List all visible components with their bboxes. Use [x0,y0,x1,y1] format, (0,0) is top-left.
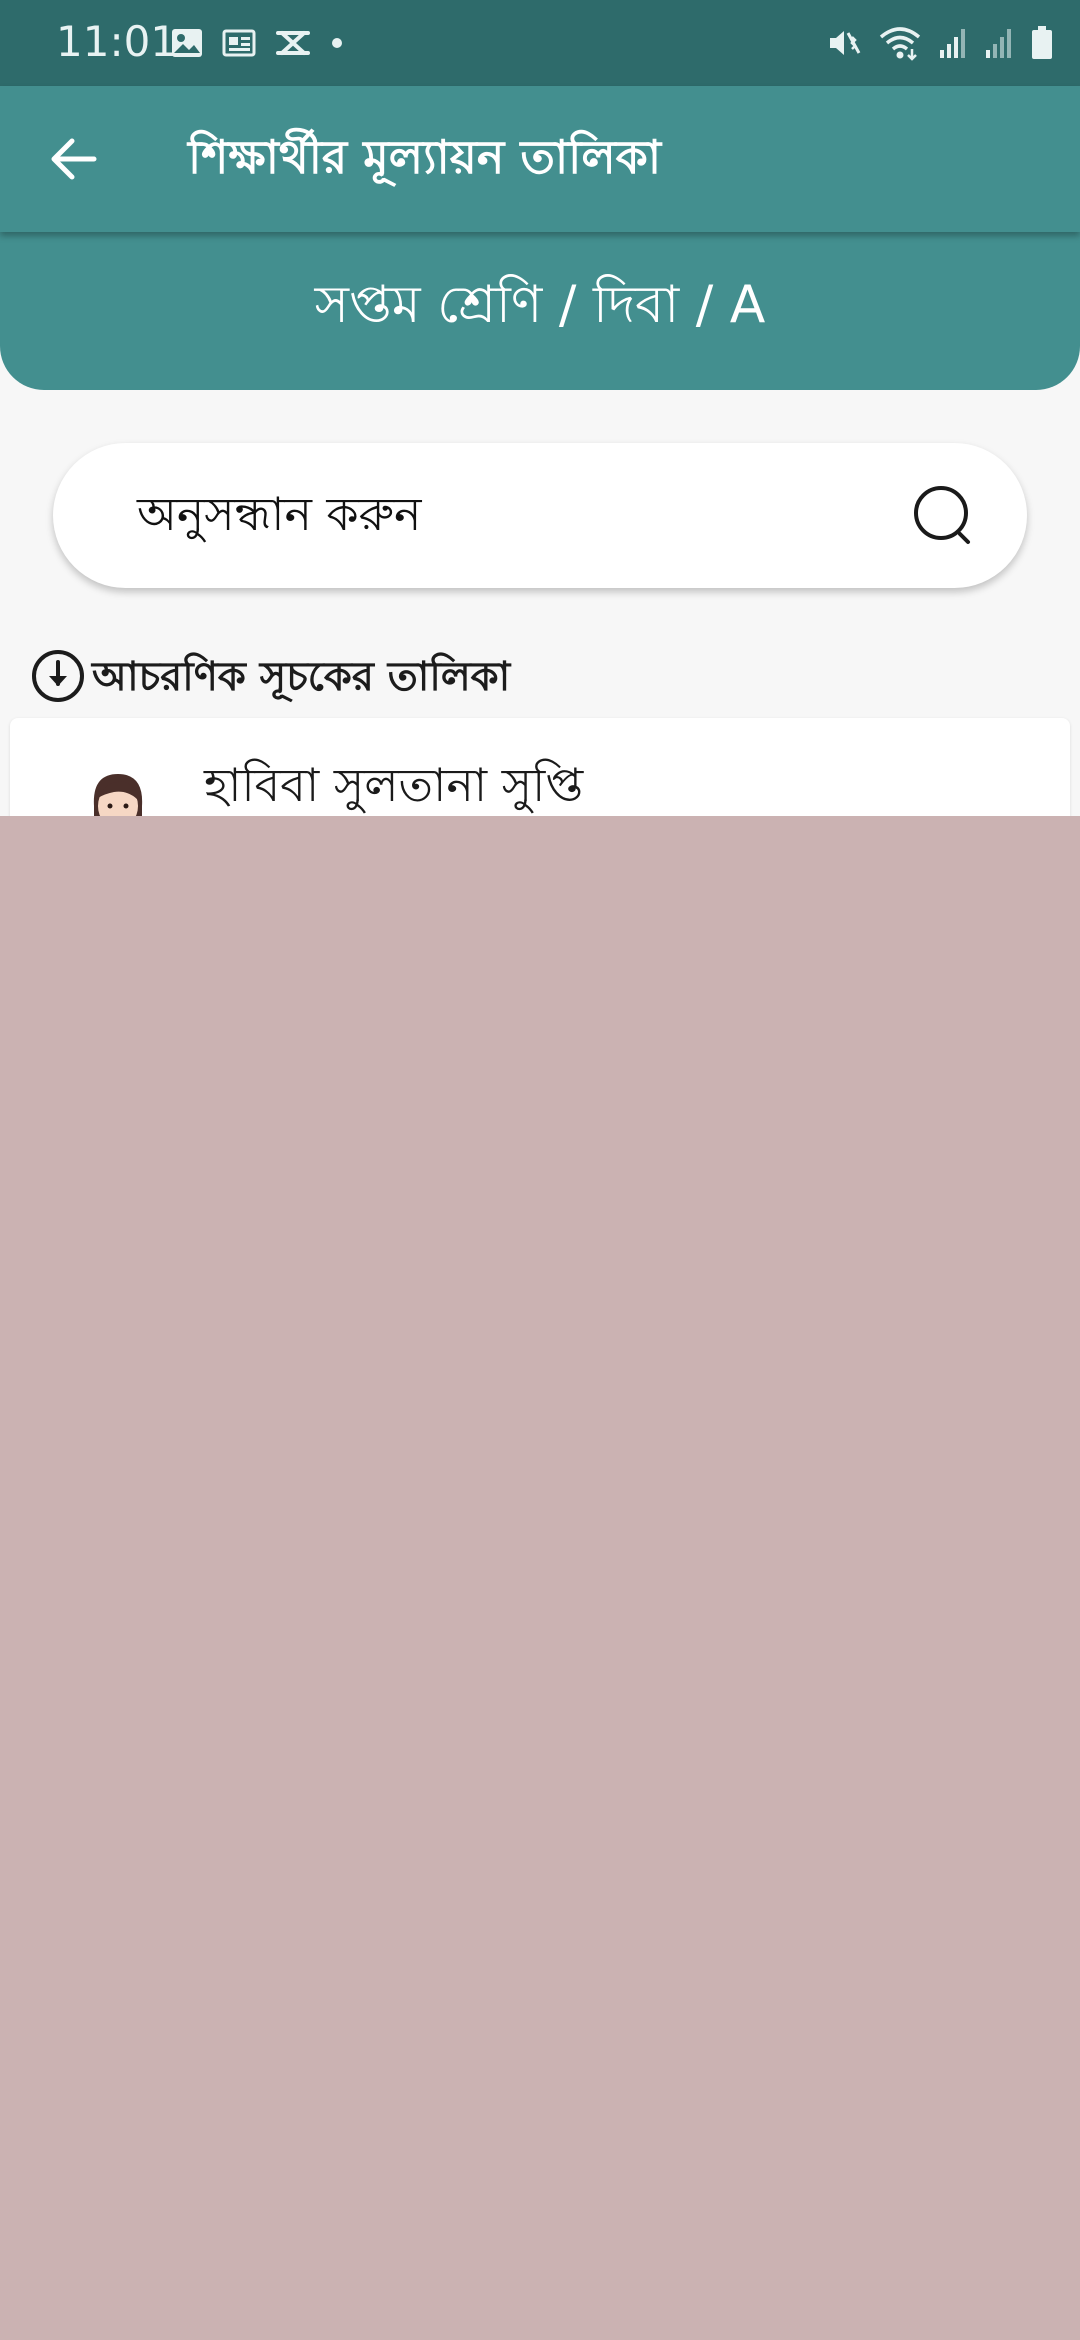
signal-1-icon [940,29,965,58]
bottom-sheet-overlay[interactable] [0,816,1080,2340]
download-icon[interactable] [30,648,86,704]
battery-icon [1032,26,1052,59]
page-title: শিক্ষার্থীর মূল্যায়ন তালিকা [188,130,662,184]
behavior-indicator-list-header[interactable]: আচরণিক সূচকের তালিকা [30,644,510,710]
image-icon [172,29,202,57]
class-label: সপ্তম শ্রেণি / দিবা / A [314,275,766,335]
capcut-icon [276,31,310,55]
section-header-label: আচরণিক সূচকের তালিকা [92,654,511,700]
signal-2-icon [986,29,1011,58]
news-icon [222,29,256,57]
mute-vibrate-icon [830,31,861,55]
wifi-icon [879,27,921,61]
status-notification-icons [170,24,344,62]
status-system-icons [826,20,1054,66]
class-banner: সপ্তম শ্রেণি / দিবা / A [0,220,1080,390]
search-icon[interactable] [911,483,977,549]
status-bar: 11:01 [0,0,1080,86]
dot-icon [332,38,342,48]
search-placeholder: অনুসন্ধান করুন [137,487,422,541]
back-button[interactable] [38,124,108,194]
student-name: হাবিবা সুলতানা সুপ্তি [204,758,584,812]
status-time: 11:01 [56,17,178,66]
app-bar: শিক্ষার্থীর মূল্যায়ন তালিকা [0,86,1080,232]
back-arrow-icon[interactable] [48,137,98,181]
search-input[interactable]: অনুসন্ধান করুন [53,443,1027,588]
